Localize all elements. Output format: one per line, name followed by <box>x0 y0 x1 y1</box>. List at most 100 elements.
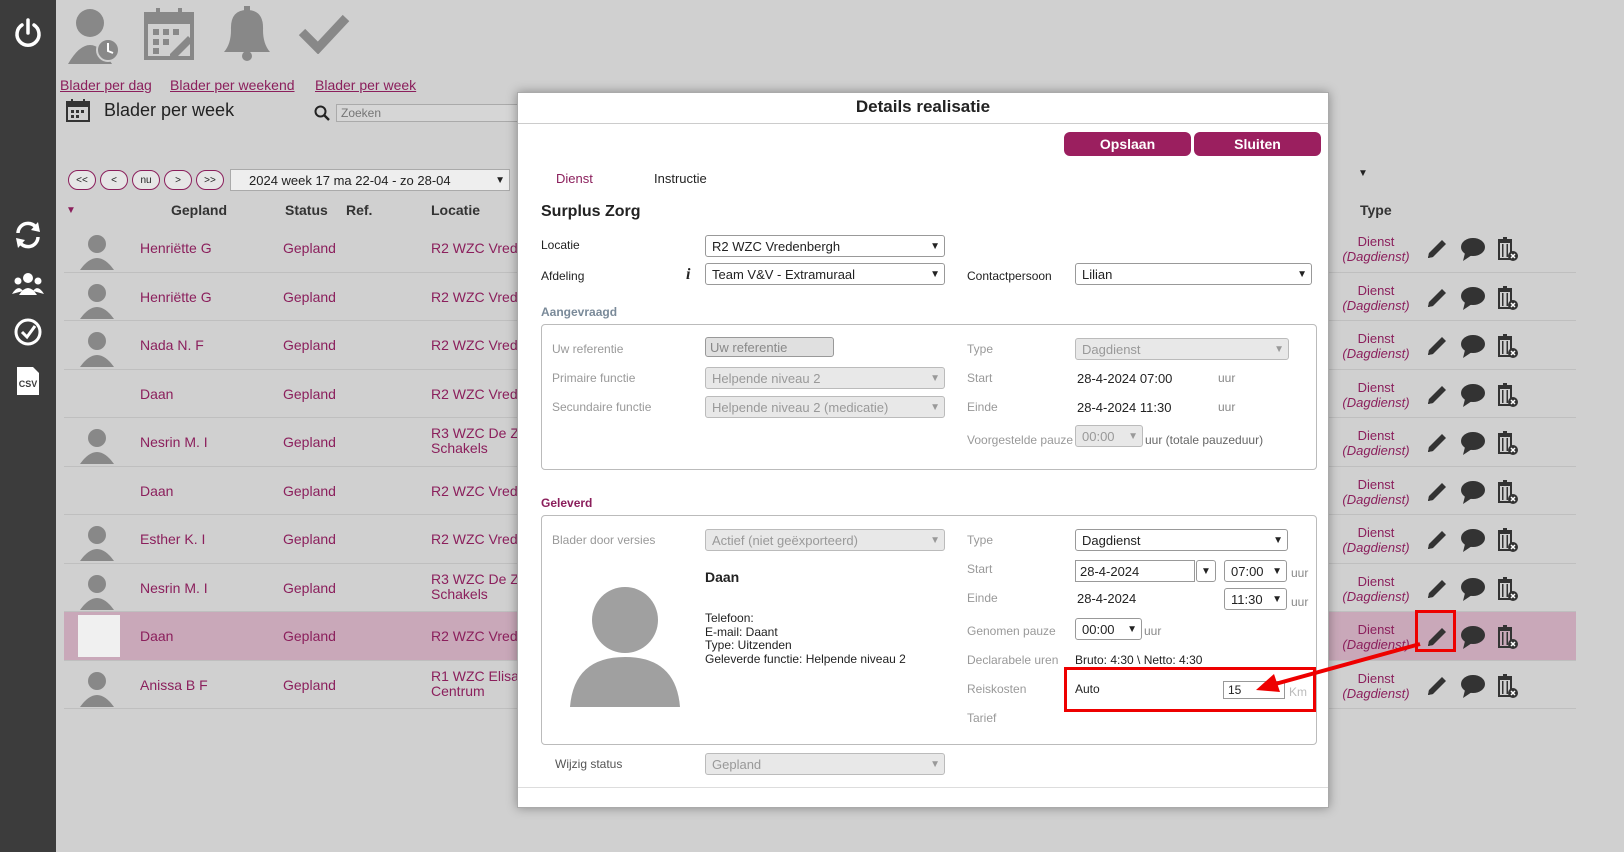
planned-name[interactable]: Henriëtte G <box>140 240 212 256</box>
location-value: R2 WZC Vrede <box>431 628 517 644</box>
planned-name[interactable]: Nada N. F <box>140 337 204 353</box>
delete-icon[interactable] <box>1494 624 1520 650</box>
comment-icon[interactable] <box>1460 285 1486 311</box>
comment-icon[interactable] <box>1460 624 1486 650</box>
planned-name[interactable]: Nesrin M. I <box>140 434 208 450</box>
last-week-button[interactable]: >> <box>196 170 224 190</box>
chevron-down-icon: ▼ <box>930 372 940 384</box>
delete-icon[interactable] <box>1494 479 1520 505</box>
power-icon[interactable] <box>9 14 47 52</box>
planned-name[interactable]: Daan <box>140 483 173 499</box>
col-type[interactable]: Type <box>1360 202 1392 218</box>
status-value: Gepland <box>283 676 336 693</box>
week-select[interactable]: 2024 week 17 ma 22-04 - zo 28-04 ▼ <box>230 169 510 191</box>
refresh-icon[interactable] <box>9 216 47 254</box>
comment-icon[interactable] <box>1460 333 1486 359</box>
edit-icon[interactable] <box>1424 576 1450 602</box>
checkmark-icon[interactable] <box>298 12 350 57</box>
page-header: Blader per week <box>66 98 234 122</box>
planned-name[interactable]: Henriëtte G <box>140 289 212 305</box>
avatar <box>78 523 116 561</box>
status-value: Gepland <box>283 240 336 256</box>
location-line-1: R3 WZC De Ze <box>431 426 517 441</box>
save-button[interactable]: Opslaan <box>1064 132 1191 156</box>
sort-icon[interactable]: ▼ <box>66 205 76 216</box>
prev-week-button[interactable]: < <box>100 170 128 190</box>
delete-icon[interactable] <box>1494 430 1520 456</box>
edit-icon[interactable] <box>1424 285 1450 311</box>
delete-icon[interactable] <box>1494 333 1520 359</box>
first-week-button[interactable]: << <box>68 170 96 190</box>
chevron-down-icon[interactable]: ▼ <box>1358 168 1378 190</box>
primair-select[interactable]: Helpende niveau 2 ▼ <box>705 367 945 389</box>
next-week-button[interactable]: > <box>164 170 192 190</box>
user-clock-icon[interactable] <box>66 6 124 69</box>
info-icon[interactable]: i <box>686 266 690 284</box>
chevron-down-icon: ▼ <box>1274 343 1284 355</box>
edit-icon[interactable] <box>1424 236 1450 262</box>
col-status[interactable]: Status <box>285 202 328 218</box>
calendar-edit-icon[interactable] <box>144 6 196 63</box>
pauze-select-aangevraagd[interactable]: 00:00 ▼ <box>1075 425 1143 447</box>
comment-icon[interactable] <box>1460 236 1486 262</box>
planned-name[interactable]: Nesrin M. I <box>140 580 208 596</box>
nav-per-week-link[interactable]: Blader per week <box>315 77 416 93</box>
bell-icon[interactable] <box>222 6 272 65</box>
pauze-select-geleverd[interactable]: 00:00 ▼ <box>1075 618 1142 640</box>
secundair-select[interactable]: Helpende niveau 2 (medicatie) ▼ <box>705 396 945 418</box>
einde-time-select[interactable]: 11:30 ▼ <box>1224 588 1287 610</box>
edit-icon[interactable] <box>1424 333 1450 359</box>
edit-icon[interactable] <box>1424 527 1450 553</box>
nav-per-dag-link[interactable]: Blader per dag <box>60 77 152 93</box>
delete-icon[interactable] <box>1494 576 1520 602</box>
planned-name[interactable]: Esther K. I <box>140 531 205 547</box>
status-value: Gepland <box>283 482 336 499</box>
tab-dienst[interactable]: Dienst <box>556 171 593 186</box>
chevron-down-icon: ▼ <box>1127 623 1137 635</box>
comment-icon[interactable] <box>1460 479 1486 505</box>
type-select-aangevraagd[interactable]: Dagdienst ▼ <box>1075 338 1289 360</box>
avatar <box>78 475 116 513</box>
close-button[interactable]: Sluiten <box>1194 132 1321 156</box>
csv-icon[interactable]: CSV <box>9 362 47 400</box>
comment-icon[interactable] <box>1460 576 1486 602</box>
search-input[interactable] <box>336 104 536 122</box>
afdeling-select[interactable]: Team V&V - Extramuraal ▼ <box>705 263 945 285</box>
date-picker-button[interactable]: ▼ <box>1196 560 1216 582</box>
nav-per-weekend-link[interactable]: Blader per weekend <box>170 77 295 93</box>
comment-icon[interactable] <box>1460 382 1486 408</box>
locatie-value: R2 WZC Vredenbergh <box>712 238 841 254</box>
col-ref[interactable]: Ref. <box>346 202 372 218</box>
planned-name[interactable]: Anissa B F <box>140 677 208 693</box>
edit-icon[interactable] <box>1424 430 1450 456</box>
edit-icon[interactable] <box>1424 479 1450 505</box>
type-select-geleverd[interactable]: Dagdienst ▼ <box>1075 529 1288 551</box>
locatie-select[interactable]: R2 WZC Vredenbergh ▼ <box>705 235 945 257</box>
delete-icon[interactable] <box>1494 527 1520 553</box>
ref-input[interactable]: Uw referentie <box>705 337 834 357</box>
tab-instructie[interactable]: Instructie <box>654 171 707 186</box>
col-gepland[interactable]: Gepland <box>171 202 227 218</box>
status-select[interactable]: Gepland ▼ <box>705 753 945 775</box>
shift-type-sub: (Dagdienst) <box>1342 491 1410 507</box>
edit-icon[interactable] <box>1424 382 1450 408</box>
delete-icon[interactable] <box>1494 236 1520 262</box>
planned-name[interactable]: Daan <box>140 386 173 402</box>
delete-icon[interactable] <box>1494 382 1520 408</box>
shift-type: Dienst (Dagdienst) <box>1326 574 1426 604</box>
planned-name[interactable]: Daan <box>140 628 173 644</box>
check-circle-icon[interactable] <box>9 313 47 351</box>
annotation-arrow-icon <box>1256 642 1421 692</box>
delete-icon[interactable] <box>1494 285 1520 311</box>
comment-icon[interactable] <box>1460 527 1486 553</box>
delete-icon[interactable] <box>1494 673 1520 699</box>
today-button[interactable]: nu <box>132 170 160 190</box>
comment-icon[interactable] <box>1460 673 1486 699</box>
versies-select[interactable]: Actief (niet geëxporteerd) ▼ <box>705 529 945 551</box>
comment-icon[interactable] <box>1460 430 1486 456</box>
users-icon[interactable] <box>9 265 47 303</box>
start-time-select[interactable]: 07:00 ▼ <box>1224 560 1287 582</box>
start-date-input[interactable]: 28-4-2024 <box>1075 560 1195 582</box>
contact-select[interactable]: Lilian ▼ <box>1075 263 1312 285</box>
col-locatie[interactable]: Locatie <box>431 202 480 218</box>
